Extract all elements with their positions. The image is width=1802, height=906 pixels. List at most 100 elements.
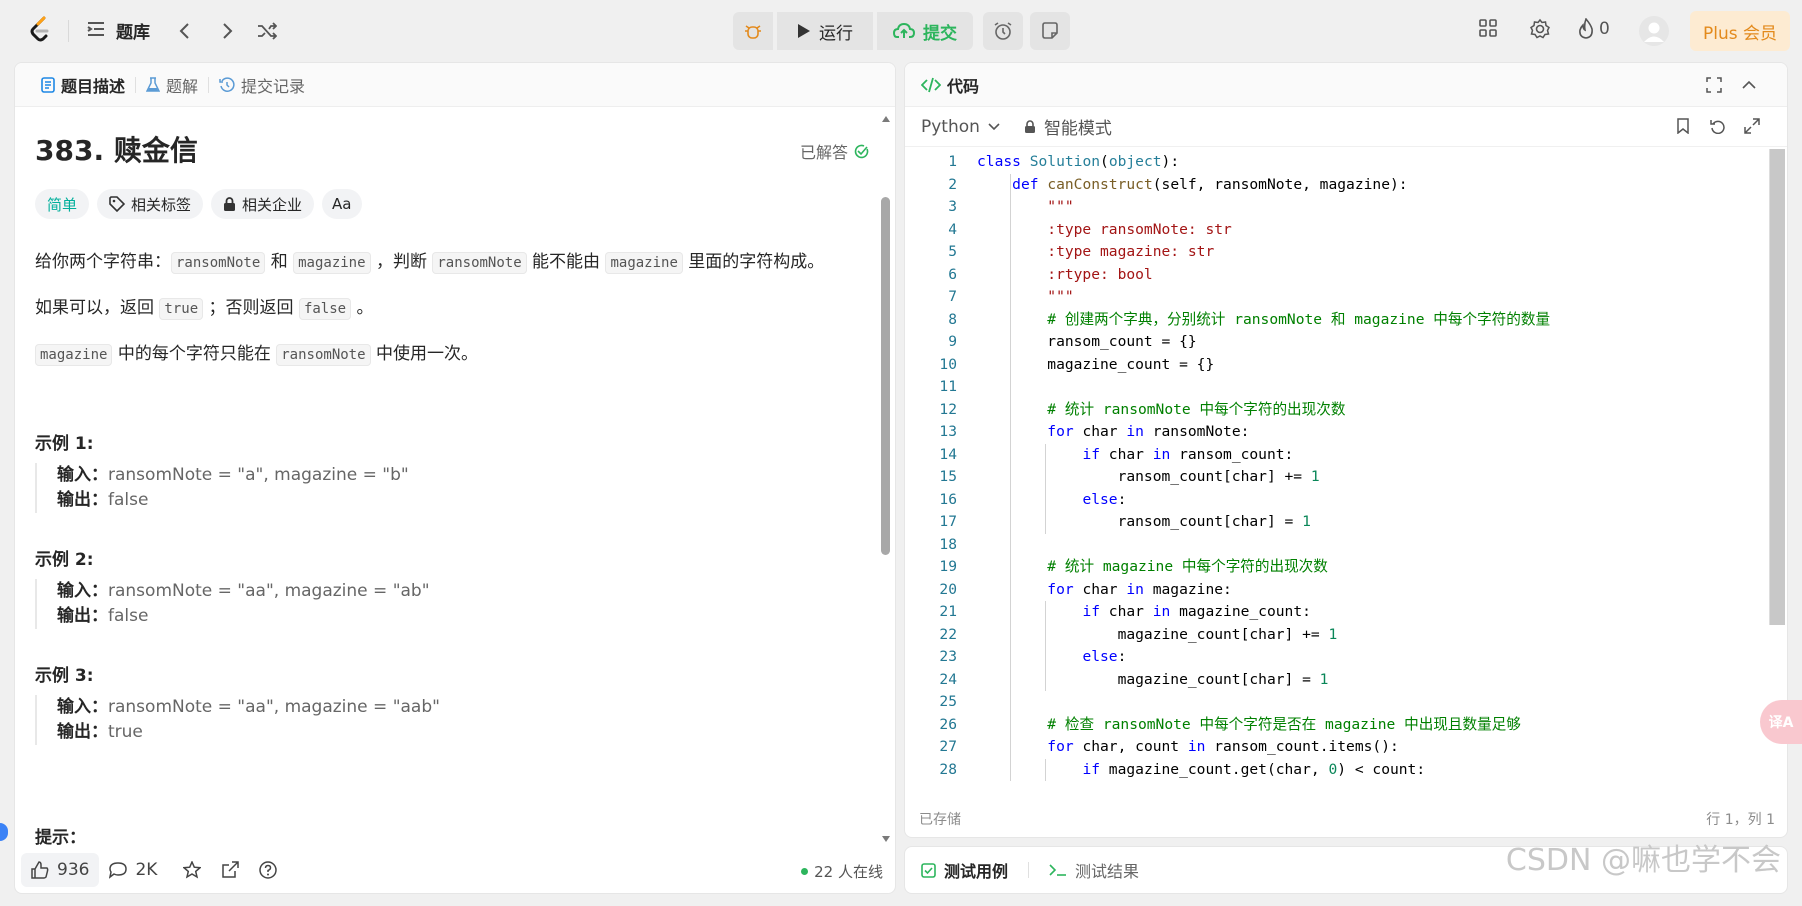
code-line: 14 if char in ransom_count: — [905, 444, 1785, 467]
code-line: 2 def canConstruct(self, ransomNote, mag… — [905, 174, 1785, 197]
desc-text: ；否则返回 — [203, 298, 299, 318]
description-para-2: 如果可以，返回 true ；否则返回 false 。 — [35, 293, 374, 324]
prev-problem-chevron-left-icon[interactable] — [172, 18, 198, 44]
code-line: 6 :rtype: bool — [905, 264, 1785, 287]
random-shuffle-icon[interactable] — [254, 18, 280, 44]
run-button[interactable]: 运行 — [777, 12, 873, 50]
code-text: # 检查 ransomNote 中每个字符是否在 magazine 中出现且数量… — [1047, 715, 1521, 733]
problem-footer: 936 2K 22 人在线 — [15, 847, 895, 893]
line-number: 5 — [948, 243, 957, 260]
line-number: 22 — [939, 625, 957, 643]
difficulty-badge[interactable]: 简单 — [35, 189, 90, 219]
code-text: ransom_count[char] += 1 — [977, 468, 1320, 485]
topics-chip[interactable]: 相关标签 — [97, 189, 204, 219]
output-value: false — [108, 490, 149, 510]
check-circle-icon — [854, 144, 869, 158]
code-line: 17 ransom_count[char] = 1 — [905, 511, 1785, 534]
fullscreen-expand-icon[interactable] — [1744, 118, 1760, 134]
terminal-icon — [1049, 864, 1067, 876]
problem-content: 383. 赎金信 已解答 简单 相关标签 相关企业 Aa 给你两个字符串： ran… — [35, 107, 875, 847]
tab-description[interactable]: 题目描述 — [31, 73, 135, 97]
example-1-input: 输入：ransomNote = "a", magazine = "b" — [57, 463, 455, 488]
lock-icon — [224, 196, 236, 211]
help-question-icon[interactable] — [249, 853, 287, 887]
side-edge-tab[interactable] — [0, 823, 8, 841]
bookmark-icon[interactable] — [1676, 118, 1690, 134]
code-line: 25 — [905, 691, 1785, 714]
desc-text: 如果可以，返回 — [35, 298, 160, 318]
share-external-icon[interactable] — [211, 853, 249, 887]
code-text: ransom_count[char] = 1 — [977, 513, 1311, 530]
like-button[interactable]: 936 — [21, 853, 100, 887]
line-number: 16 — [939, 490, 957, 508]
plus-membership-button[interactable]: Plus 会员 — [1690, 11, 1790, 51]
watermark: CSDN @嘛也学不会 — [1505, 843, 1781, 878]
code-line: 3 """ — [905, 196, 1785, 219]
avatar[interactable] — [1638, 15, 1670, 47]
code-line: 10 magazine_count = {} — [905, 354, 1785, 377]
input-value: ransomNote = "a", magazine = "b" — [108, 465, 409, 485]
line-number: 1 — [948, 153, 957, 170]
tab-test-results[interactable]: 测试结果 — [1049, 858, 1139, 882]
editor-scrollbar[interactable] — [1769, 149, 1785, 625]
tab-divider — [1028, 862, 1030, 878]
code-line: 22 magazine_count[char] += 1 — [905, 624, 1785, 647]
settings-gear-icon[interactable] — [1529, 18, 1551, 40]
next-problem-chevron-right-icon[interactable] — [214, 18, 240, 44]
inline-code: ransomNote — [171, 252, 266, 274]
line-number: 25 — [939, 693, 957, 710]
scroll-down-arrow-icon[interactable] — [881, 835, 891, 843]
code-text: if magazine_count.get(char, 0) < count: — [1082, 760, 1426, 778]
favorite-star-icon[interactable] — [173, 853, 211, 887]
notes-icon[interactable] — [1030, 12, 1070, 50]
line-number: 21 — [939, 603, 957, 620]
maximize-icon[interactable] — [1706, 77, 1722, 93]
inline-code: magazine — [293, 252, 371, 274]
hints-title: 提示： — [35, 828, 86, 847]
tab-testcases[interactable]: 测试用例 — [921, 858, 1008, 882]
timer-alarm-icon[interactable] — [983, 12, 1023, 50]
code-text: # 统计 ransomNote 中每个字符的出现次数 — [1047, 400, 1346, 418]
saved-status: 已存储 — [919, 812, 961, 828]
code-editor[interactable]: 1 class Solution(object): 2 def canConstru… — [905, 149, 1787, 789]
tab-submissions[interactable]: 提交记录 — [209, 73, 315, 97]
code-line: 15 ransom_count[char] += 1 — [905, 466, 1785, 489]
line-number: 27 — [939, 738, 957, 755]
reset-undo-icon[interactable] — [1710, 118, 1726, 134]
thumbs-up-icon — [31, 861, 49, 879]
description-scroll-thumb[interactable] — [881, 197, 890, 555]
smart-mode-label: 智能模式 — [1043, 119, 1112, 139]
code-panel: 代码 Python 智能模式 1 class Solution(object): 2… — [904, 62, 1788, 838]
checkbox-icon — [921, 862, 936, 878]
example-3-input: 输入：ransomNote = "aa", magazine = "aab" — [57, 695, 455, 720]
debug-bug-icon[interactable] — [733, 12, 773, 50]
example-1-title: 示例 1: — [35, 434, 94, 454]
code-line: 27 for char, count in ransom_count.items… — [905, 736, 1785, 759]
code-line: 12 # 统计 ransomNote 中每个字符的出现次数 — [905, 399, 1785, 422]
submit-button[interactable]: 提交 — [877, 12, 973, 50]
font-size-icon: Aa — [332, 195, 352, 213]
line-number: 13 — [939, 423, 957, 440]
code-panel-title: 代码 — [947, 76, 980, 96]
collapse-chevron-up-icon[interactable] — [1741, 77, 1757, 93]
problem-panel: 题目描述 题解 提交记录 383. 赎金信 已解答 简单 相关标签 相关企业 A… — [14, 62, 896, 894]
nav-divider — [68, 20, 69, 42]
indent-guide — [1045, 758, 1047, 781]
companies-chip[interactable]: 相关企业 — [211, 189, 315, 219]
language-select[interactable]: Python — [921, 117, 1000, 137]
layout-grid-icon[interactable] — [1478, 18, 1498, 38]
streak-counter[interactable]: 0 — [1577, 18, 1610, 40]
scroll-up-arrow-icon[interactable] — [881, 115, 891, 123]
translate-floating-button[interactable]: 译A — [1760, 700, 1802, 744]
solved-label: 已解答 — [799, 143, 848, 162]
leetcode-logo-icon[interactable] — [28, 16, 54, 44]
problem-list-button[interactable]: 题库 — [86, 18, 150, 43]
inline-code: ransomNote — [276, 344, 371, 366]
comments-button[interactable]: 2K — [99, 853, 167, 887]
lock-icon — [1024, 119, 1035, 133]
smart-mode-toggle[interactable]: 智能模式 — [1024, 114, 1112, 139]
code-line: 21 if char in magazine_count: — [905, 601, 1785, 624]
font-size-chip[interactable]: Aa — [322, 189, 362, 219]
code-text: else: — [1082, 490, 1127, 508]
tab-solutions[interactable]: 题解 — [136, 73, 208, 97]
